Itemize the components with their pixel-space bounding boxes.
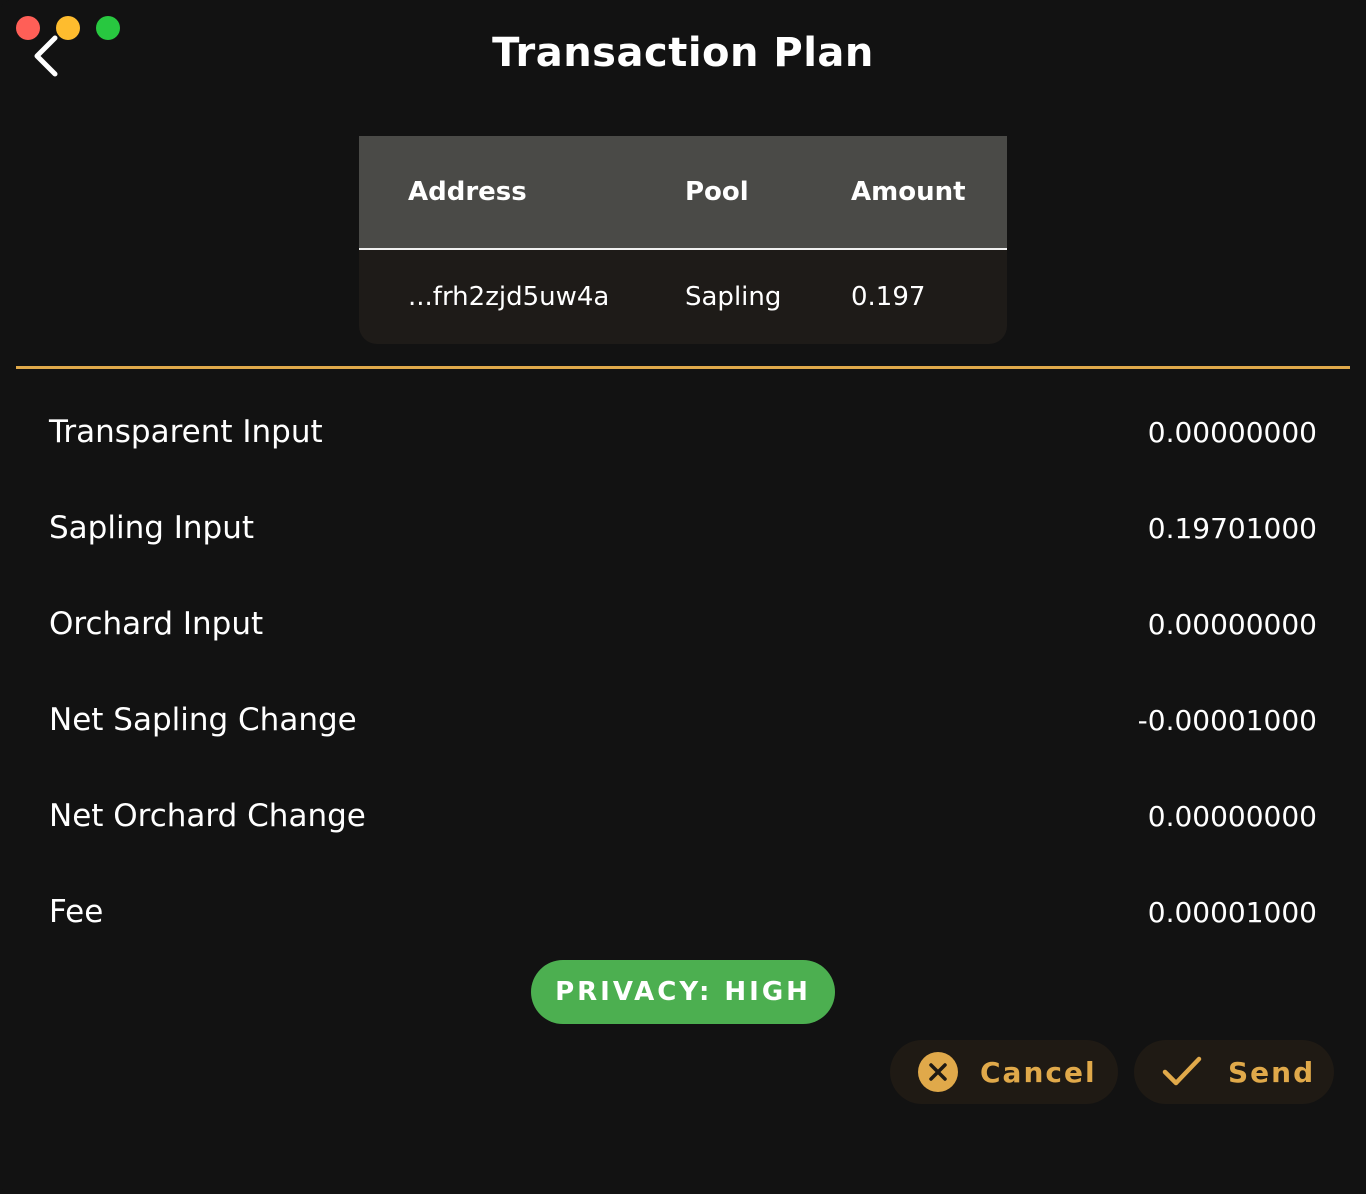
summary-value: 0.00000000 bbox=[1147, 416, 1317, 449]
column-header-amount[interactable]: Amount bbox=[851, 177, 966, 207]
summary-label: Net Orchard Change bbox=[49, 798, 366, 834]
summary-row-fee: Fee 0.00001000 bbox=[49, 894, 1317, 934]
cancel-button-label: Cancel bbox=[980, 1055, 1097, 1089]
close-circle-icon bbox=[918, 1052, 958, 1092]
summary-label: Orchard Input bbox=[49, 606, 264, 642]
address-cell: ...frh2zjd5uw4a bbox=[408, 282, 610, 312]
summary-label: Transparent Input bbox=[49, 414, 323, 450]
table-header: Address Pool Amount bbox=[359, 136, 1007, 250]
amount-cell: 0.197 bbox=[851, 282, 926, 312]
summary-value: 0.19701000 bbox=[1147, 512, 1317, 545]
summary-row-orchard-input: Orchard Input 0.00000000 bbox=[49, 606, 1317, 646]
summary-label: Sapling Input bbox=[49, 510, 255, 546]
transaction-plan-window: Transaction Plan Address Pool Amount ...… bbox=[0, 0, 1366, 1194]
page-title: Transaction Plan bbox=[492, 30, 874, 76]
pool-cell: Sapling bbox=[685, 282, 782, 312]
summary-value: -0.00001000 bbox=[1137, 704, 1317, 737]
column-header-pool[interactable]: Pool bbox=[685, 177, 749, 207]
summary-value: 0.00000000 bbox=[1147, 800, 1317, 833]
recipients-table: Address Pool Amount ...frh2zjd5uw4a Sapl… bbox=[359, 136, 1007, 344]
section-divider bbox=[16, 366, 1350, 369]
summary-row-transparent-input: Transparent Input 0.00000000 bbox=[49, 414, 1317, 454]
table-row: ...frh2zjd5uw4a Sapling 0.197 bbox=[359, 250, 1007, 344]
send-button[interactable]: Send bbox=[1134, 1040, 1334, 1104]
privacy-badge: PRIVACY: HIGH bbox=[531, 960, 835, 1024]
summary-label: Net Sapling Change bbox=[49, 702, 357, 738]
column-header-address[interactable]: Address bbox=[408, 177, 527, 207]
summary-label: Fee bbox=[49, 894, 104, 930]
summary-row-sapling-input: Sapling Input 0.19701000 bbox=[49, 510, 1317, 550]
check-icon bbox=[1162, 1055, 1202, 1089]
send-button-label: Send bbox=[1228, 1055, 1316, 1089]
summary-value: 0.00001000 bbox=[1147, 896, 1317, 929]
summary-row-net-orchard-change: Net Orchard Change 0.00000000 bbox=[49, 798, 1317, 838]
cancel-button[interactable]: Cancel bbox=[890, 1040, 1118, 1104]
summary-row-net-sapling-change: Net Sapling Change -0.00001000 bbox=[49, 702, 1317, 742]
summary-value: 0.00000000 bbox=[1147, 608, 1317, 641]
